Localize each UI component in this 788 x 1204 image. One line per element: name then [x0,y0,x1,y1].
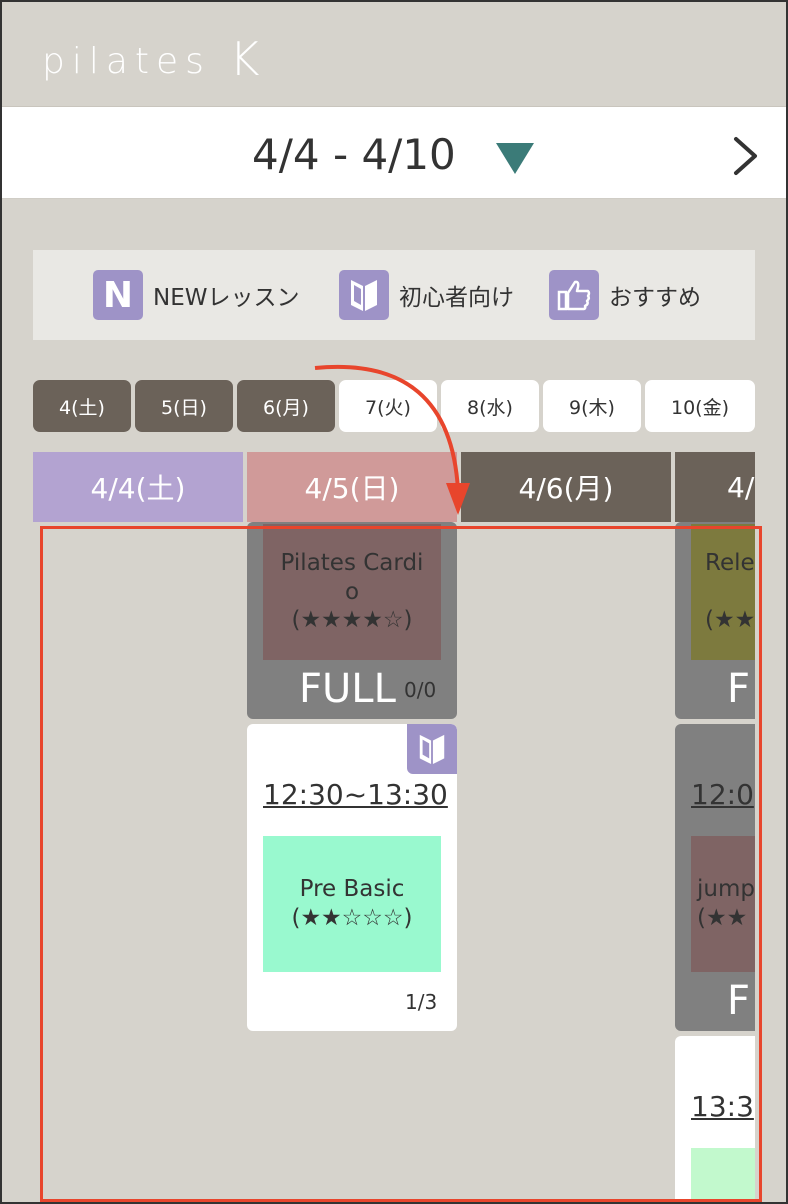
lesson-card[interactable]: Pilates Cardi o (★★★★☆) FULL 0/0 [247,522,457,719]
legend-beginner-label: 初心者向け [399,285,514,311]
legend-panel: N NEWレッスン 初心者向け おすすめ [33,250,755,340]
day-tab-8[interactable]: 8(水) [441,380,539,432]
app-header: pilates K [0,0,788,107]
lesson-card[interactable]: Rele e (★★ F [675,522,755,719]
lesson-title: Pre Basic [299,876,405,903]
day-tabs: 4(土) 5(日) 6(月) 7(火) 8(水) 9(木) 10(金) [33,380,755,432]
legend-recommend-label: おすすめ [609,285,701,311]
lesson-title-block: Pilates Cardi o (★★★★☆) [263,524,441,660]
legend-beginner: 初心者向け [339,270,514,320]
beginner-leaf-icon [407,724,457,774]
schedule-column-headers: 4/4(土) 4/5(日) 4/6(月) 4/ [33,452,755,522]
full-status: FULL [299,666,396,712]
legend-new: N NEWレッスン [93,270,299,320]
lesson-title: Rele [705,549,755,576]
lesson-time[interactable]: 13:3 [691,1090,755,1123]
lesson-title-block: Rele e (★★ [691,524,755,660]
lesson-title-block: ( [691,1148,755,1204]
lesson-title: Pilates Cardi [280,549,424,576]
lesson-rating: (★★ [697,905,748,931]
logo[interactable]: pilates K [42,30,260,86]
lesson-rating: (★★☆☆☆) [291,905,413,931]
column-header-sat: 4/4(土) [33,452,243,522]
lesson-title-block: Pre Basic (★★☆☆☆) [263,836,441,972]
lesson-card[interactable]: 12:30~13:30 Pre Basic (★★☆☆☆) 1/3 [247,724,457,1031]
legend-recommend: おすすめ [549,270,701,320]
lesson-card[interactable]: 13:3 ( [675,1036,755,1204]
schedule-grid: Pilates Cardi o (★★★★☆) FULL 0/0 12:30~1… [33,522,755,1204]
full-status: F [727,978,751,1024]
lesson-title-cont: o [344,578,360,605]
lesson-rating: ( [747,1199,755,1204]
date-range-label[interactable]: 4/4 - 4/10 [252,130,456,179]
dropdown-triangle-icon[interactable] [496,143,534,174]
legend-new-label: NEWレッスン [153,285,300,311]
day-tab-6[interactable]: 6(月) [237,380,335,432]
day-tab-4[interactable]: 4(土) [33,380,131,432]
lesson-title: jump [697,876,755,903]
column-header-sun: 4/5(日) [247,452,457,522]
day-tab-5[interactable]: 5(日) [135,380,233,432]
lesson-card[interactable]: 12:0 jump (★★ F [675,724,755,1031]
beginner-leaf-icon [339,270,389,320]
thumbs-up-icon [549,270,599,320]
lesson-rating: (★★★★☆) [291,607,413,634]
lesson-rating: (★★ [705,607,755,634]
column-header-tue: 4/ [675,452,755,522]
day-tab-10[interactable]: 10(金) [645,380,755,432]
column-header-mon: 4/6(月) [461,452,671,522]
lesson-time[interactable]: 12:30~13:30 [263,778,448,811]
capacity-count: 1/3 [405,990,438,1014]
full-status: F [727,666,751,712]
lesson-time[interactable]: 12:0 [691,778,755,811]
lesson-title-block: jump (★★ [691,836,755,972]
lesson-title-cont: e [705,578,755,607]
day-tab-9[interactable]: 9(木) [543,380,641,432]
new-icon: N [93,270,143,320]
capacity-count: 0/0 [404,678,437,702]
day-tab-7[interactable]: 7(火) [339,380,437,432]
chevron-right-icon[interactable] [728,134,762,178]
